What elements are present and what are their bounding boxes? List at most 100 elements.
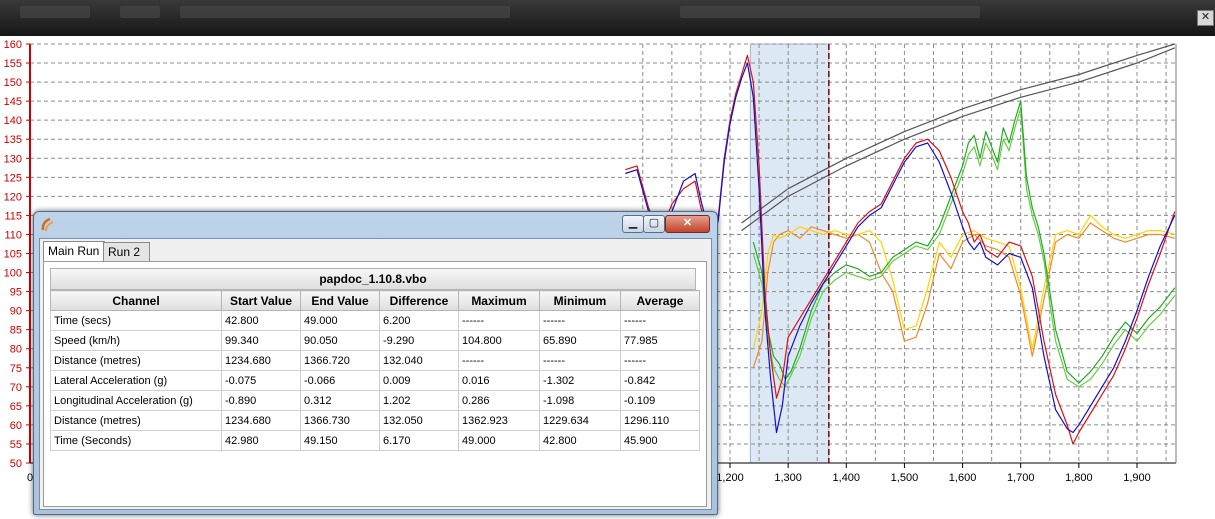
table-cell: 42.800 xyxy=(539,430,621,451)
table-row: Distance (metres) 1234.680 1366.720 132.040… xyxy=(50,350,700,371)
table-header-row: Channel Start Value End Value Difference Max… xyxy=(50,290,700,311)
y-tick-label: 120 xyxy=(4,191,22,203)
table-row: Time (secs) 42.800 49.000 6.200 ------ ------… xyxy=(50,310,700,331)
table-cell: -0.842 xyxy=(620,370,700,391)
table-cell: -1.098 xyxy=(539,390,621,411)
title-bar-blurred-text xyxy=(20,6,90,18)
table-cell: ------ xyxy=(620,310,700,331)
y-tick-label: 65 xyxy=(10,401,22,413)
y-tick-label: 75 xyxy=(10,363,22,375)
y-tick-label: 115 xyxy=(4,210,22,222)
table-cell: 49.000 xyxy=(300,310,380,331)
table-cell: Speed (km/h) xyxy=(50,330,222,351)
table-cell: 45.900 xyxy=(620,430,700,451)
column-header[interactable]: Minimum xyxy=(539,290,621,311)
table-cell: ------ xyxy=(539,350,621,371)
close-icon: ✕ xyxy=(1200,11,1211,23)
results-dialog[interactable]: ▁ ▢ ✕ Main Run Run 2 papdoc_1.10.8.vbo C… xyxy=(33,211,718,515)
title-bar-blurred-text xyxy=(120,6,160,18)
table-row: Distance (metres) 1234.680 1366.730 132.050… xyxy=(50,410,700,431)
table-cell: 77.985 xyxy=(620,330,700,351)
results-table: Channel Start Value End Value Difference Max… xyxy=(50,290,700,451)
y-tick-label: 50 xyxy=(10,458,22,470)
table-cell: 0.312 xyxy=(300,390,380,411)
x-tick-label: 1,900 xyxy=(1123,472,1151,484)
title-bar-blurred-text xyxy=(680,6,980,18)
table-cell: Time (secs) xyxy=(50,310,222,331)
table-cell: 99.340 xyxy=(221,330,301,351)
table-cell: 1234.680 xyxy=(221,410,301,431)
table-cell: ------ xyxy=(620,350,700,371)
column-header[interactable]: Channel xyxy=(50,290,222,311)
x-tick-label: 1,600 xyxy=(949,472,977,484)
table-row: Lateral Acceleration (g) -0.075 -0.066 0.00… xyxy=(50,370,700,391)
y-tick-label: 135 xyxy=(4,134,22,146)
table-cell: Distance (metres) xyxy=(50,350,222,371)
table-cell: -9.290 xyxy=(379,330,459,351)
y-tick-label: 125 xyxy=(4,172,22,184)
table-cell: ------ xyxy=(539,310,621,331)
y-tick-label: 90 xyxy=(10,306,22,318)
tab-main-run[interactable]: Main Run xyxy=(43,241,105,262)
tab-run-2[interactable]: Run 2 xyxy=(103,242,150,261)
maximize-icon: ▢ xyxy=(648,217,660,229)
x-tick-label: 1,300 xyxy=(774,472,802,484)
table-cell: 1362.923 xyxy=(458,410,540,431)
x-tick-label: 1,200 xyxy=(716,472,744,484)
y-tick-label: 60 xyxy=(10,420,22,432)
results-table-panel: papdoc_1.10.8.vbo Channel Start Value End … xyxy=(43,261,707,507)
table-cell: 6.200 xyxy=(379,310,459,331)
table-cell: 42.980 xyxy=(221,430,301,451)
y-tick-label: 155 xyxy=(4,58,22,70)
table-cell: 6.170 xyxy=(379,430,459,451)
table-cell: 132.050 xyxy=(379,410,459,431)
x-tick-label: 1,800 xyxy=(1065,472,1093,484)
window-title-bar: ✕ xyxy=(0,0,1215,36)
table-cell: 90.050 xyxy=(300,330,380,351)
x-tick-label: 1,400 xyxy=(833,472,861,484)
dialog-content: Main Run Run 2 papdoc_1.10.8.vbo Channel… xyxy=(39,238,712,510)
table-cell: -1.302 xyxy=(539,370,621,391)
close-icon: ✕ xyxy=(682,217,693,229)
table-cell: 1.202 xyxy=(379,390,459,411)
table-cell: 49.000 xyxy=(458,430,540,451)
y-tick-label: 55 xyxy=(10,439,22,451)
title-bar-blurred-text xyxy=(180,6,510,18)
column-header[interactable]: Start Value xyxy=(221,290,301,311)
table-row: Longitudinal Acceleration (g) -0.890 0.312… xyxy=(50,390,700,411)
table-cell: Distance (metres) xyxy=(50,410,222,431)
y-tick-label: 145 xyxy=(4,96,22,108)
table-cell: 1366.720 xyxy=(300,350,380,371)
table-cell: Longitudinal Acceleration (g) xyxy=(50,390,222,411)
maximize-button[interactable]: ▢ xyxy=(643,215,665,233)
y-tick-label: 130 xyxy=(4,153,22,165)
table-cell: -0.890 xyxy=(221,390,301,411)
table-cell: -0.109 xyxy=(620,390,700,411)
table-cell: 1296.110 xyxy=(620,410,700,431)
y-tick-label: 105 xyxy=(4,249,22,261)
y-tick-label: 80 xyxy=(10,344,22,356)
table-cell: 0.286 xyxy=(458,390,540,411)
column-header[interactable]: End Value xyxy=(300,290,380,311)
dialog-title-bar[interactable]: ▁ ▢ ✕ xyxy=(34,212,717,238)
column-header[interactable]: Average xyxy=(620,290,700,311)
main-close-button[interactable]: ✕ xyxy=(1197,10,1214,26)
y-tick-label: 95 xyxy=(10,287,22,299)
y-tick-label: 85 xyxy=(10,325,22,337)
column-header[interactable]: Difference xyxy=(379,290,459,311)
table-title: papdoc_1.10.8.vbo xyxy=(50,268,696,290)
table-cell: Time (Seconds) xyxy=(50,430,222,451)
table-cell: ------ xyxy=(458,310,540,331)
table-cell: -0.066 xyxy=(300,370,380,391)
table-cell: 104.800 xyxy=(458,330,540,351)
minimize-icon: ▁ xyxy=(628,217,638,229)
minimize-button[interactable]: ▁ xyxy=(622,215,644,233)
column-header[interactable]: Maximum xyxy=(458,290,540,311)
table-cell: -0.075 xyxy=(221,370,301,391)
table-cell: 1234.680 xyxy=(221,350,301,371)
table-cell: 49.150 xyxy=(300,430,380,451)
drift-logo-icon xyxy=(41,217,54,232)
x-tick-label: 1,700 xyxy=(1007,472,1035,484)
dialog-close-button[interactable]: ✕ xyxy=(665,215,710,233)
x-tick-label: 1,500 xyxy=(891,472,919,484)
